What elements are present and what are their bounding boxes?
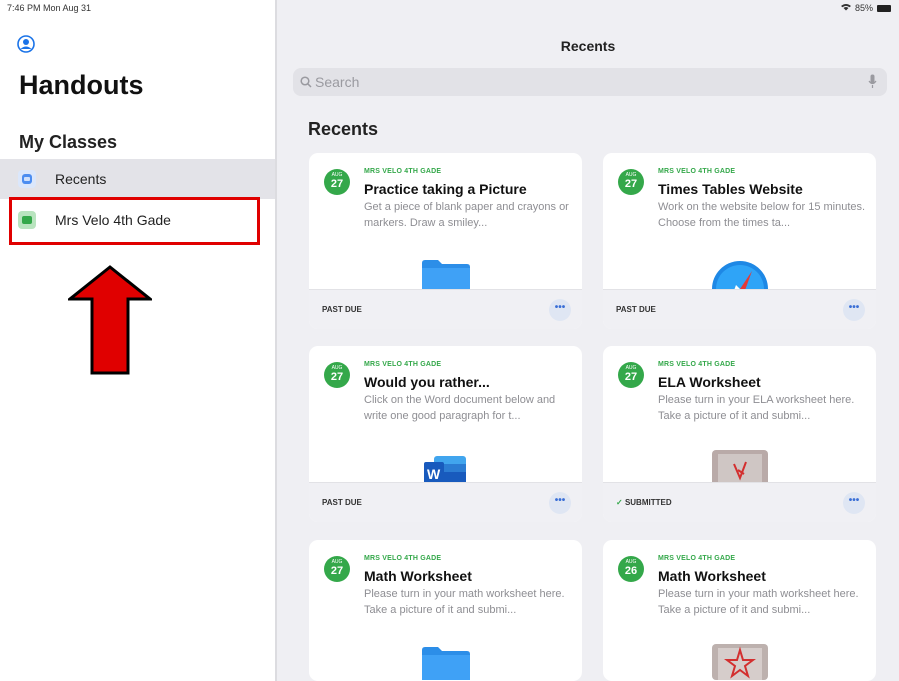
handout-title: Would you rather... [364, 374, 490, 390]
handout-card[interactable]: AUG 27 MRS VELO 4TH GADE Math Worksheet P… [309, 540, 582, 681]
profile-icon[interactable] [17, 35, 35, 53]
search-input[interactable]: Search [315, 74, 359, 90]
wifi-icon [840, 3, 851, 13]
handout-card[interactable]: AUG 27 MRS VELO 4TH GADE Practice taking … [309, 153, 582, 329]
handout-description: Click on the Word document below and wri… [364, 394, 556, 422]
handout-card[interactable]: AUG 27 MRS VELO 4TH GADE Would you rather… [309, 346, 582, 522]
handout-title: Practice taking a Picture [364, 181, 527, 197]
card-footer: PAST DUE ••• [309, 482, 582, 522]
handout-card[interactable]: AUG 27 MRS VELO 4TH GADE ELA Worksheet Pl… [603, 346, 876, 522]
card-footer: PAST DUE ••• [603, 289, 876, 329]
handout-title: Math Worksheet [364, 568, 472, 584]
sidebar-item-recents[interactable]: Recents [0, 159, 275, 199]
date-badge: AUG 26 [618, 556, 644, 582]
svg-text:W: W [427, 466, 441, 482]
handout-description: Please turn in your math worksheet here.… [658, 588, 859, 616]
date-badge: AUG 27 [618, 362, 644, 388]
handout-description: Please turn in your ELA worksheet here. … [658, 394, 855, 422]
class-name: MRS VELO 4TH GADE [658, 555, 736, 562]
more-button[interactable]: ••• [843, 492, 865, 514]
handout-description: Get a piece of blank paper and crayons o… [364, 201, 569, 229]
card-footer: ✓ SUBMITTED ••• [603, 482, 876, 522]
more-button[interactable]: ••• [843, 299, 865, 321]
main-content: 85% Recents Search Recents AUG 27 MRS VEL… [277, 0, 899, 681]
class-name: MRS VELO 4TH GADE [364, 361, 442, 368]
app-title: Handouts [19, 70, 144, 100]
class-name: MRS VELO 4TH GADE [658, 361, 736, 368]
status-label: PAST DUE [322, 305, 362, 314]
class-name: MRS VELO 4TH GADE [658, 168, 736, 175]
status-label: PAST DUE [322, 498, 362, 507]
status-label: PAST DUE [616, 305, 656, 314]
date-badge: AUG 27 [618, 169, 644, 195]
battery-percent: 85% [854, 3, 873, 13]
photo-thumbnail-icon [711, 450, 768, 486]
handout-card[interactable]: AUG 26 MRS VELO 4TH GADE Math Worksheet P… [603, 540, 876, 681]
status-indicators: 85% [840, 3, 891, 13]
handout-card[interactable]: AUG 27 MRS VELO 4TH GADE Times Tables Web… [603, 153, 876, 329]
card-footer: PAST DUE ••• [309, 289, 582, 329]
recents-icon [18, 170, 36, 188]
handout-description: Please turn in your math worksheet here.… [364, 588, 565, 616]
red-arrow-icon [68, 265, 152, 375]
photo-thumbnail-icon [711, 644, 768, 680]
handout-description: Work on the website below for 15 minutes… [658, 201, 866, 229]
more-button[interactable]: ••• [549, 492, 571, 514]
handout-title: Times Tables Website [658, 181, 803, 197]
search-bar[interactable]: Search [293, 68, 887, 96]
date-badge: AUG 27 [324, 556, 350, 582]
date-badge: AUG 27 [324, 169, 350, 195]
status-label: ✓ SUBMITTED [616, 498, 672, 507]
more-button[interactable]: ••• [549, 299, 571, 321]
status-time: 7:46 PM Mon Aug 31 [7, 3, 92, 13]
battery-icon [877, 4, 891, 12]
recents-heading: Recents [308, 119, 379, 139]
sidebar-item-label: Recents [55, 171, 107, 187]
my-classes-heading: My Classes [19, 132, 118, 152]
nav-title: Recents [560, 38, 616, 54]
folder-icon [418, 257, 474, 293]
date-badge: AUG 27 [324, 362, 350, 388]
handout-title: Math Worksheet [658, 568, 766, 584]
class-name: MRS VELO 4TH GADE [364, 555, 442, 562]
search-icon [300, 76, 312, 88]
sidebar: 7:46 PM Mon Aug 31 Handouts My Classes R… [0, 0, 275, 681]
class-name: MRS VELO 4TH GADE [364, 168, 442, 175]
safari-icon [711, 257, 768, 293]
handout-title: ELA Worksheet [658, 374, 761, 390]
highlight-box [9, 197, 260, 245]
word-document-icon: W [418, 450, 474, 486]
folder-icon [418, 644, 474, 680]
microphone-icon[interactable] [868, 74, 877, 89]
